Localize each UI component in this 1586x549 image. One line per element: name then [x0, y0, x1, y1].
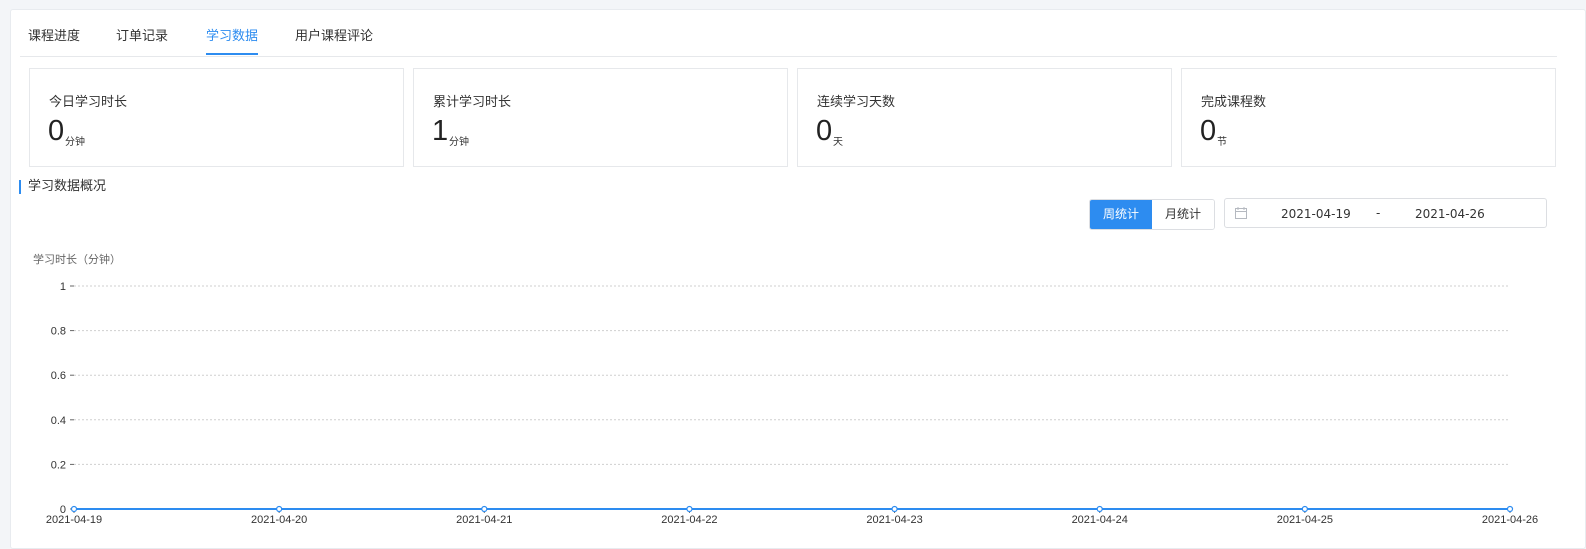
x-tick-label: 2021-04-26: [1482, 514, 1538, 526]
y-tick-label: 0.6: [51, 370, 66, 382]
data-point: [481, 505, 488, 513]
x-tick-label: 2021-04-25: [1277, 514, 1333, 526]
x-tick-label: 2021-04-24: [1072, 514, 1128, 526]
y-tick-label: 1: [60, 281, 66, 293]
learning-time-chart: 学习时长（分钟） 00.20.40.60.812021-04-19 2021-04…: [33, 252, 1538, 526]
x-tick-label: 2021-04-23: [866, 514, 922, 526]
data-point: [686, 505, 693, 513]
data-point: [1096, 505, 1103, 513]
data-point: [1301, 505, 1308, 513]
data-point: [276, 505, 283, 513]
x-tick-label: 2021-04-22: [661, 514, 717, 526]
y-tick-label: 0.8: [51, 326, 66, 338]
data-point: [1506, 505, 1514, 513]
y-axis-label: 学习时长（分钟）: [33, 252, 121, 266]
data-point: [70, 505, 78, 513]
x-tick-label: 2021-04-20: [251, 514, 307, 526]
y-tick-label: 0.2: [51, 459, 66, 471]
data-point: [891, 505, 898, 513]
x-tick-label: 2021-04-21: [456, 514, 512, 526]
y-tick-label: 0.4: [51, 415, 66, 427]
x-tick-label: 2021-04-19: [46, 514, 102, 526]
